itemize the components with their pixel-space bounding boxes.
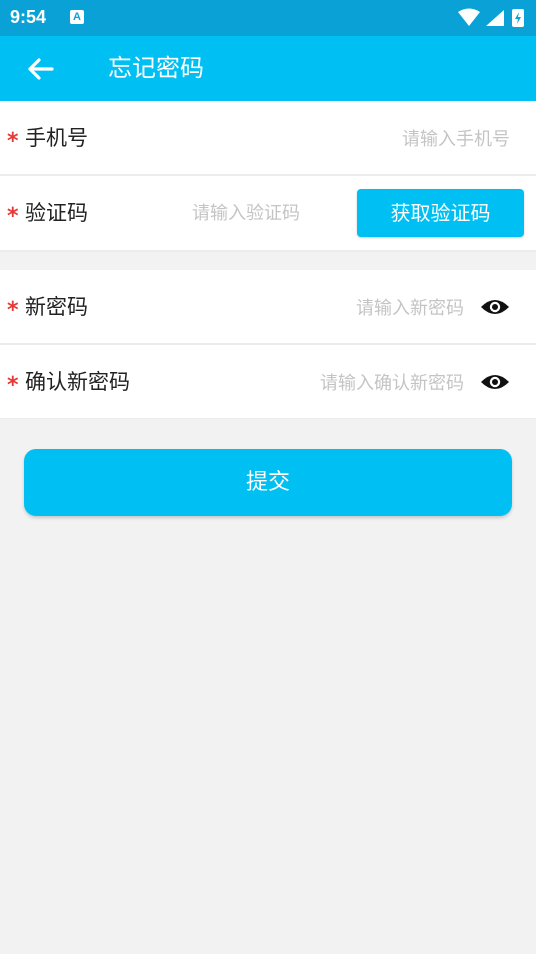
confirm-password-row: * 确认新密码 请输入确认新密码 xyxy=(0,345,536,418)
confirm-password-input[interactable]: 请输入确认新密码 xyxy=(320,372,464,396)
app-bar: 忘记密码 xyxy=(0,36,536,101)
phone-label: 手机号 xyxy=(25,126,88,150)
required-mark: * xyxy=(7,204,19,229)
required-mark: * xyxy=(7,129,19,154)
eye-icon[interactable] xyxy=(480,297,510,317)
submit-button[interactable]: 提交 xyxy=(24,449,512,516)
code-row: * 验证码 请输入验证码 获取验证码 xyxy=(0,176,536,250)
phone-input[interactable]: 请输入手机号 xyxy=(402,128,510,152)
page-title: 忘记密码 xyxy=(108,54,204,82)
new-password-label: 新密码 xyxy=(25,295,88,319)
new-password-input[interactable]: 请输入新密码 xyxy=(356,297,464,321)
divider xyxy=(0,250,536,252)
system-status-icons xyxy=(458,8,524,27)
eye-icon[interactable] xyxy=(480,372,510,392)
arrow-left-icon[interactable] xyxy=(22,52,58,86)
required-mark: * xyxy=(7,373,19,398)
signal-icon xyxy=(486,10,504,26)
phone-row: * 手机号 请输入手机号 xyxy=(0,101,536,174)
code-input[interactable]: 请输入验证码 xyxy=(192,202,300,226)
divider xyxy=(0,418,536,419)
wifi-icon xyxy=(458,8,480,26)
required-mark: * xyxy=(7,298,19,323)
notification-icon: A xyxy=(70,10,84,24)
confirm-password-label: 确认新密码 xyxy=(25,370,130,394)
code-label: 验证码 xyxy=(25,201,88,225)
new-password-row: * 新密码 请输入新密码 xyxy=(0,270,536,343)
status-time: 9:54 xyxy=(10,7,47,27)
get-code-button[interactable]: 获取验证码 xyxy=(357,189,524,237)
status-bar: 9:54 A xyxy=(0,0,536,36)
